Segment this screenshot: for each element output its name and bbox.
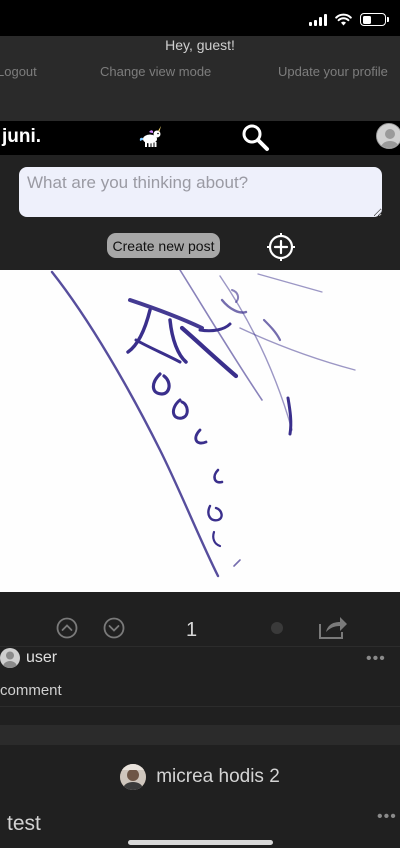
add-circle-icon[interactable] [267,233,295,261]
home-indicator[interactable] [128,840,273,845]
change-view-mode-link[interactable]: Change view mode [100,64,211,79]
user-silhouette-icon [3,651,17,668]
post-actions: 1 [0,592,400,646]
comment-author: user [0,648,57,668]
post-author: micrea hodis 2 [0,762,400,792]
upvote-icon[interactable] [56,617,78,639]
author-photo [120,764,147,790]
comment-username[interactable]: user [26,649,57,667]
brand-logo-text[interactable]: juni. [2,126,41,148]
more-options-icon[interactable]: ••• [366,650,386,668]
divider [0,706,400,707]
post-text: test [7,812,41,835]
post-author-name[interactable]: micrea hodis 2 [156,766,280,788]
status-bar [0,0,400,36]
divider [0,646,400,647]
search-icon[interactable] [240,122,272,154]
avatar[interactable] [120,764,147,790]
indicator-dot [271,622,283,634]
update-profile-link[interactable]: Update your profile [278,64,388,79]
signature-drawing [50,270,356,578]
battery-icon [360,13,389,26]
new-post-input[interactable] [19,167,382,217]
more-options-icon[interactable]: ••• [377,808,397,826]
avatar[interactable] [376,123,400,149]
post-image[interactable] [0,270,400,592]
create-new-post-button[interactable]: Create new post [107,233,220,258]
vote-count: 1 [186,619,198,641]
post-separator [0,725,400,745]
top-menu: Hey, guest! Logout Change view mode Upda… [0,36,400,121]
status-icons [309,13,389,26]
wifi-icon [335,13,352,26]
navbar: juni. [0,121,400,155]
comment-text: comment [0,682,62,699]
share-icon[interactable] [318,616,348,640]
downvote-icon[interactable] [103,617,125,639]
compose-area: Create new post [0,155,400,270]
avatar [0,648,20,668]
user-silhouette-icon [377,124,400,148]
cellular-signal-icon [309,13,327,26]
logout-link[interactable]: Logout [0,64,37,79]
greeting-text: Hey, guest! [165,37,235,53]
unicorn-icon[interactable] [138,124,164,150]
